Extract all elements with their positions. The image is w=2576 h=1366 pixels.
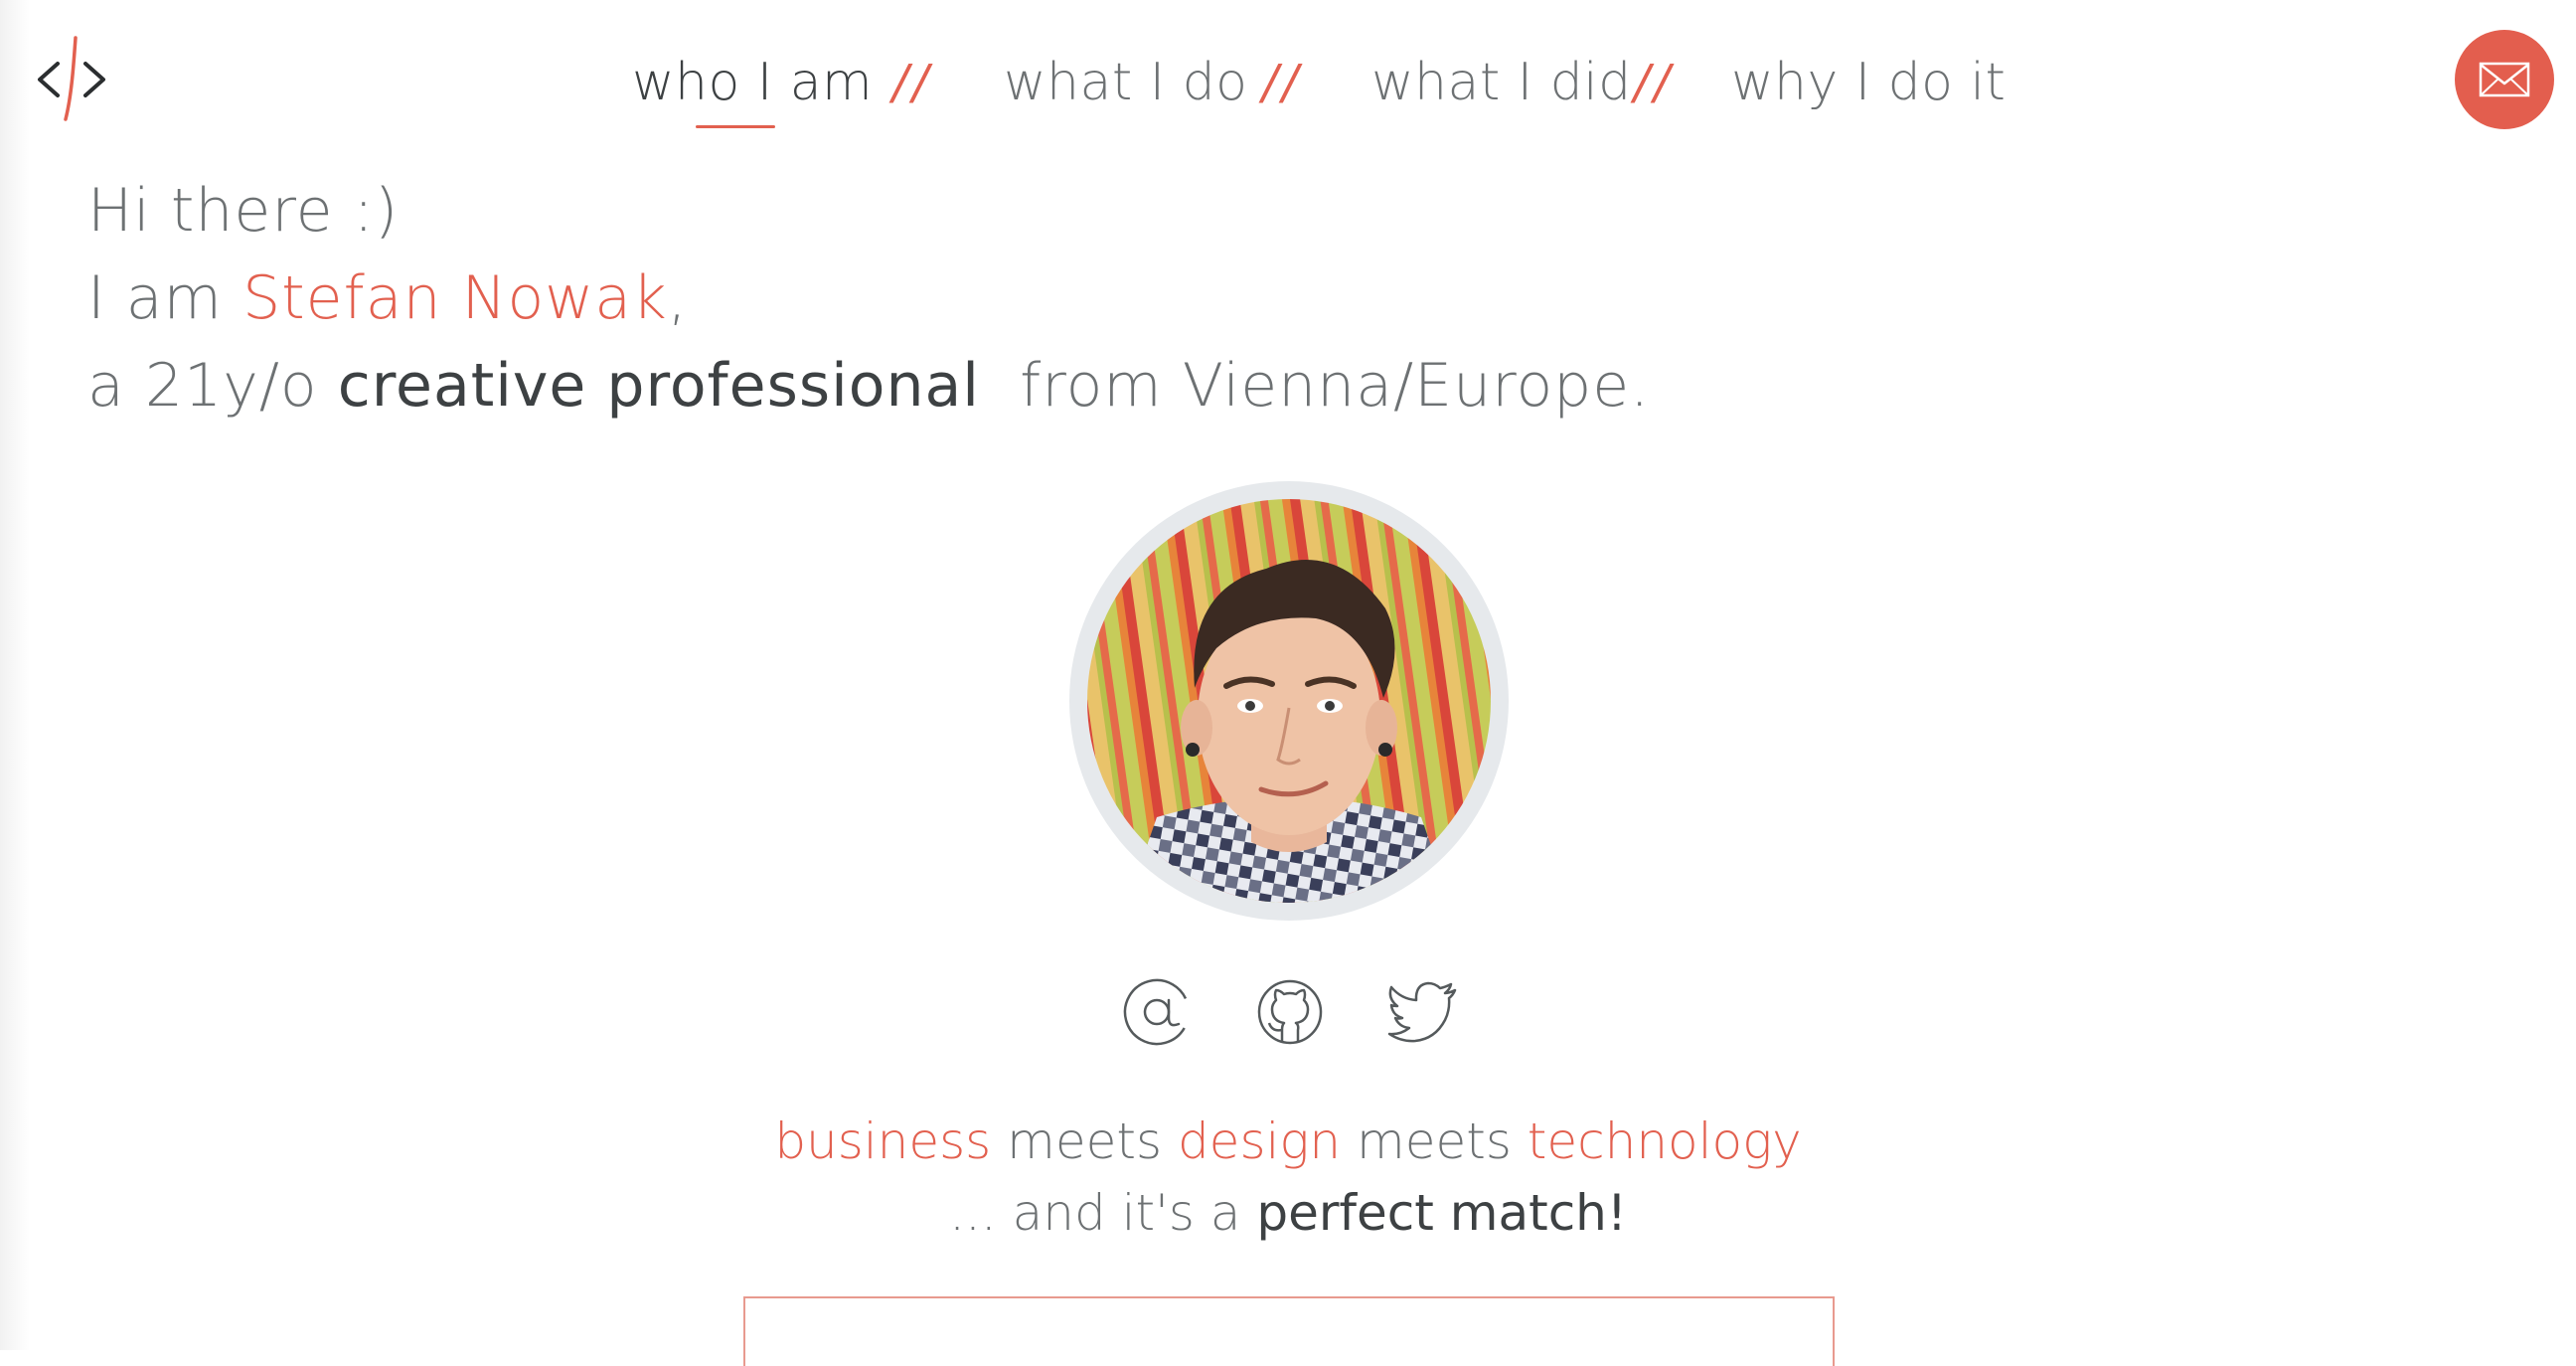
nav-separator: // <box>892 55 933 110</box>
tagline-business: business <box>774 1112 992 1170</box>
location-text: from Vienna/Europe. <box>1020 351 1651 421</box>
twitter-link[interactable] <box>1385 974 1461 1050</box>
i-am-text: I am <box>87 263 223 333</box>
person-name: Stefan Nowak <box>242 263 668 333</box>
profile-photo <box>1087 499 1491 903</box>
tagline-meets: meets <box>1356 1112 1512 1170</box>
nav-separator: // <box>1262 55 1303 110</box>
nav-separator: // <box>1634 55 1675 110</box>
at-icon <box>1123 978 1191 1046</box>
intro-role-line: a 21y/o creative professional from Vienn… <box>87 342 1650 429</box>
age-text: a 21y/o <box>87 351 318 421</box>
intro-name-line: I am Stefan Nowak, <box>87 255 1650 342</box>
tagline-technology: technology <box>1527 1112 1802 1170</box>
role-text: creative professional <box>337 351 980 421</box>
tagline-meets: meets <box>1007 1112 1163 1170</box>
github-link[interactable] <box>1252 974 1328 1050</box>
tagline-line-2: ... and it's a perfect match! <box>0 1177 2576 1249</box>
content-box <box>743 1296 1835 1366</box>
twitter-bird-icon <box>1387 981 1457 1043</box>
nav-who-i-am[interactable]: who I am <box>632 48 873 117</box>
intro-text: Hi there :) I am Stefan Nowak, a 21y/o c… <box>87 167 1650 429</box>
tagline-prefix: ... and it's a <box>949 1184 1241 1242</box>
tagline-design: design <box>1177 1112 1342 1170</box>
nav-why-i-do-it[interactable]: why I do it <box>1731 48 2006 117</box>
tagline-line-1: business meets design meets technology <box>0 1106 2576 1177</box>
email-link[interactable] <box>1119 974 1195 1050</box>
nav-active-underline <box>696 125 775 128</box>
nav-what-i-do[interactable]: what I do <box>1004 48 1247 117</box>
tagline: business meets design meets technology .… <box>0 1106 2576 1249</box>
name-suffix: , <box>667 263 688 333</box>
contact-mail-button[interactable] <box>2455 30 2554 129</box>
avatar <box>1087 499 1491 903</box>
greeting: Hi there :) <box>87 176 400 246</box>
main-nav: who I am // what I do // what I did // w… <box>0 40 2576 139</box>
tagline-perfect-match: perfect match! <box>1256 1184 1627 1242</box>
github-icon <box>1257 979 1323 1045</box>
nav-what-i-did[interactable]: what I did <box>1371 48 1632 117</box>
envelope-icon <box>2479 62 2530 97</box>
